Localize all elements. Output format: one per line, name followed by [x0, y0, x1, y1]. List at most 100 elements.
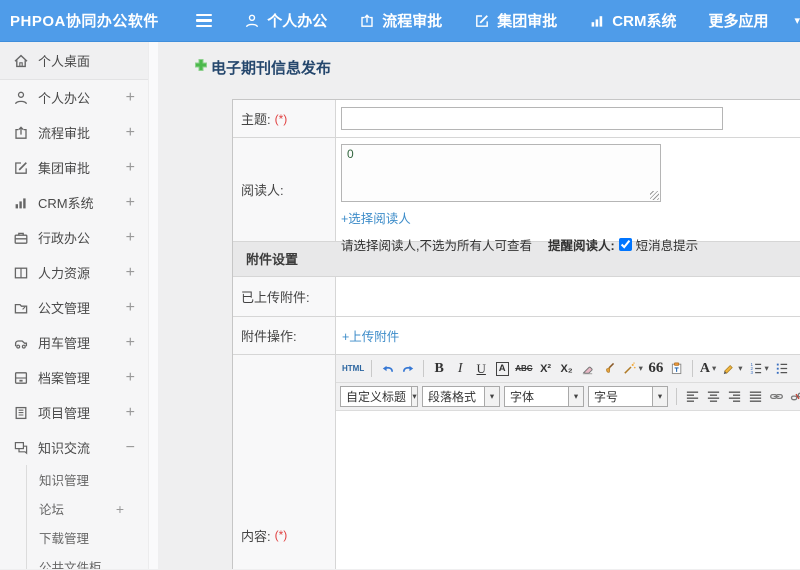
underline-button[interactable]: U	[471, 358, 491, 379]
bold-button[interactable]: B	[429, 358, 449, 379]
ordered-list-button[interactable]: 1 2 3 ▾	[746, 358, 771, 379]
editor-content-area[interactable]	[336, 411, 800, 569]
sidebar-item-hr[interactable]: 人力资源 +	[0, 255, 148, 290]
heading-select[interactable]: 自定义标题 ▾	[340, 386, 418, 407]
topnav-more-apps[interactable]: 更多应用	[708, 10, 768, 31]
font-select[interactable]: 字体 ▾	[504, 386, 584, 407]
redo-icon	[401, 361, 416, 376]
topnav-flow-approval[interactable]: 流程审批	[359, 10, 442, 31]
attachment-action-label: 附件操作:	[241, 329, 297, 344]
sidebar-item-personal-office[interactable]: 个人办公 +	[0, 80, 148, 115]
readers-textarea[interactable]: 0	[341, 144, 661, 202]
subject-label: 主题:	[241, 112, 271, 127]
boxed-text-button[interactable]: A	[492, 358, 512, 379]
topnav-crm[interactable]: CRM系统	[589, 10, 676, 31]
undo-button[interactable]	[377, 358, 397, 379]
sidebar-item-group-approval[interactable]: 集团审批 +	[0, 150, 148, 185]
sidebar-subitem-downloads[interactable]: 下载管理	[27, 523, 148, 552]
subscript-button[interactable]: X₂	[557, 358, 577, 379]
expand-icon[interactable]: +	[126, 334, 135, 352]
sidebar-item-knowledge[interactable]: 知识交流 −	[0, 430, 148, 465]
sidebar-item-crm[interactable]: CRM系统 +	[0, 185, 148, 220]
sidebar-item-projects[interactable]: 项目管理 +	[0, 395, 148, 430]
highlight-button[interactable]: ▾	[719, 358, 744, 379]
sidebar-item-vehicles[interactable]: 用车管理 +	[0, 325, 148, 360]
topnav-personal-office[interactable]: 个人办公	[244, 10, 327, 31]
caret-down-icon: ▾	[764, 363, 769, 373]
quick-format-button[interactable]: ▾	[620, 358, 645, 379]
expand-icon[interactable]: +	[126, 299, 135, 317]
expand-icon[interactable]: +	[126, 124, 135, 142]
unlink-button[interactable]	[787, 386, 800, 407]
remove-format-button[interactable]	[578, 358, 598, 379]
unordered-list-icon	[774, 361, 789, 376]
flow-approval-icon	[359, 13, 375, 29]
unlink-icon	[790, 389, 800, 404]
caret-down-icon[interactable]: ▾	[794, 14, 800, 27]
unordered-list-button[interactable]	[772, 358, 792, 379]
readers-label: 阅读人:	[241, 183, 284, 198]
align-left-button[interactable]	[682, 386, 702, 407]
source-code-button[interactable]: HTML	[340, 358, 366, 379]
sidebar-subitem-public-cabinet[interactable]: 公共文件柜	[27, 552, 148, 569]
expand-icon[interactable]: +	[126, 369, 135, 387]
readers-row: 阅读人: 0 +选择阅读人 请选择阅读人,不选为所有人可查看 提醒阅读人: 短消…	[233, 138, 800, 253]
paragraph-select[interactable]: 段落格式 ▾	[422, 386, 500, 407]
paste-button[interactable]	[667, 358, 687, 379]
expand-icon[interactable]: +	[126, 159, 135, 177]
required-mark: (*)	[274, 528, 288, 542]
align-center-button[interactable]	[703, 386, 723, 407]
justify-button[interactable]	[745, 386, 765, 407]
sidebar-item-desktop[interactable]: 个人桌面	[0, 42, 148, 80]
sidebar-subitem-knowledge-mgmt[interactable]: 知识管理	[27, 465, 148, 494]
paste-icon	[669, 361, 684, 376]
caret-down-icon: ▾	[568, 387, 583, 406]
topnav-group-approval[interactable]: 集团审批	[474, 10, 557, 31]
superscript-button[interactable]: X²	[536, 358, 556, 379]
upload-attachment-link[interactable]: +上传附件	[342, 326, 399, 345]
blockquote-button[interactable]: 66	[646, 358, 666, 379]
notebook-icon	[13, 405, 29, 421]
subject-row: 主题: (*)	[233, 100, 800, 138]
sidebar-item-flow-approval[interactable]: 流程审批 +	[0, 115, 148, 150]
sidebar-scrollbar-track[interactable]	[148, 42, 158, 569]
redo-button[interactable]	[398, 358, 418, 379]
archive-icon	[13, 370, 29, 386]
hamburger-menu-icon[interactable]	[195, 13, 213, 28]
sidebar-item-archives[interactable]: 档案管理 +	[0, 360, 148, 395]
resize-grip-icon[interactable]	[650, 191, 659, 200]
subject-input[interactable]	[341, 107, 723, 130]
topbar: PHPOA协同办公软件 个人办公 流程审批 集团审批 CRM系统 更多应用 ▾	[0, 0, 800, 42]
edit-approval-icon	[13, 160, 29, 176]
size-select[interactable]: 字号 ▾	[588, 386, 668, 407]
chat-icon	[13, 440, 29, 456]
align-left-icon	[685, 389, 700, 404]
select-readers-link[interactable]: +选择阅读人	[341, 208, 411, 227]
highlighter-icon	[721, 361, 736, 376]
collapse-icon[interactable]: −	[126, 439, 135, 457]
content-label: 内容:	[241, 528, 271, 544]
car-icon	[13, 335, 29, 351]
expand-icon[interactable]: +	[126, 194, 135, 212]
caret-down-icon: ▾	[652, 387, 667, 406]
format-painter-button[interactable]	[599, 358, 619, 379]
link-button[interactable]	[766, 386, 786, 407]
align-right-button[interactable]	[724, 386, 744, 407]
sidebar-item-documents[interactable]: 公文管理 +	[0, 290, 148, 325]
attachment-action-row: 附件操作: +上传附件	[233, 317, 800, 355]
sms-notify-checkbox[interactable]	[618, 238, 632, 251]
font-color-button[interactable]: A ▾	[698, 358, 718, 379]
strikethrough-button[interactable]: ABC	[513, 358, 534, 379]
editor-toolbar-row1: HTML B I U A ABC X² X₂ ▾ 66 A ▾ ▾ 1 2 3 …	[336, 355, 800, 383]
expand-icon[interactable]: +	[126, 404, 135, 422]
expand-icon[interactable]: +	[116, 501, 124, 517]
sidebar-subitem-forum[interactable]: 论坛 +	[27, 494, 148, 523]
expand-icon[interactable]: +	[126, 264, 135, 282]
eraser-icon	[580, 361, 595, 376]
caret-down-icon: ▾	[711, 363, 717, 373]
sidebar-item-admin-office[interactable]: 行政办公 +	[0, 220, 148, 255]
caret-down-icon: ▾	[638, 363, 643, 373]
italic-button[interactable]: I	[450, 358, 470, 379]
expand-icon[interactable]: +	[126, 89, 135, 107]
expand-icon[interactable]: +	[126, 229, 135, 247]
